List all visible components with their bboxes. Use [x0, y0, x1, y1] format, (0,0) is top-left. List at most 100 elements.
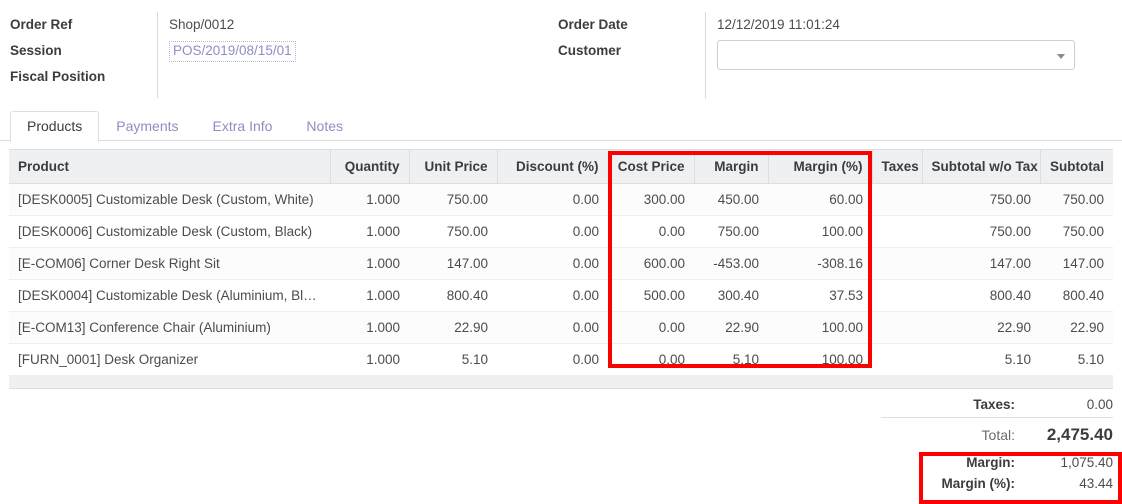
column-header-unit-price[interactable]: Unit Price [408, 149, 497, 184]
cell-margin[interactable]: -453.00 [694, 247, 768, 280]
cell-discount[interactable]: 0.00 [497, 311, 608, 344]
cell-quantity[interactable]: 1.000 [330, 279, 409, 312]
cell-subtotal[interactable]: 5.10 [1040, 343, 1113, 376]
order-tabs: Products Payments Extra Info Notes [0, 110, 1122, 142]
customer-select[interactable] [717, 40, 1075, 70]
taxes-value: 0.00 [1086, 397, 1113, 412]
cell-subtotal-wo-tax[interactable]: 750.00 [922, 183, 1040, 216]
column-header-margin[interactable]: Margin (%) [767, 149, 872, 184]
cell-cost-price[interactable]: 0.00 [608, 215, 694, 248]
tab-notes[interactable]: Notes [289, 111, 360, 142]
cell-cost-price[interactable]: 0.00 [608, 343, 694, 376]
column-header-taxes[interactable]: Taxes [871, 149, 922, 184]
cell-discount[interactable]: 0.00 [497, 247, 608, 280]
session-link[interactable]: POS/2019/08/15/01 [169, 41, 296, 62]
date-customer-labels: Order Date Customer [558, 12, 705, 98]
cell-margin-pct[interactable]: 100.00 [768, 215, 872, 248]
cell-subtotal[interactable]: 750.00 [1040, 183, 1113, 216]
cell-unit-price[interactable]: 750.00 [409, 183, 497, 216]
cell-unit-price[interactable]: 147.00 [409, 247, 497, 280]
order-form-header: Order Ref Session Fiscal Position Shop/0… [0, 0, 1122, 98]
cell-taxes[interactable] [872, 215, 922, 248]
customer-select-value [718, 50, 748, 56]
cell-taxes[interactable] [872, 343, 922, 376]
cell-unit-price[interactable]: 750.00 [409, 215, 497, 248]
cell-cost-price[interactable]: 500.00 [608, 279, 694, 312]
order-date-label: Order Date [558, 17, 628, 32]
order-info-labels: Order Ref Session Fiscal Position [10, 12, 157, 98]
cell-margin-pct[interactable]: 37.53 [768, 279, 872, 312]
table-row[interactable]: [FURN_0001] Desk Organizer 1.000 5.10 0.00 0… [9, 343, 1113, 376]
column-header-cost-price[interactable]: Cost Price [607, 149, 694, 184]
totals-panel: Taxes: 0.00 Total: 2,475.40 Margin: 1,07… [881, 392, 1113, 495]
tab-payments[interactable]: Payments [99, 111, 195, 142]
cell-margin[interactable]: 300.40 [694, 279, 768, 312]
cell-cost-price[interactable]: 0.00 [608, 311, 694, 344]
cell-margin[interactable]: 750.00 [694, 215, 768, 248]
cell-margin[interactable]: 22.90 [694, 311, 768, 344]
cell-margin-pct[interactable]: 60.00 [768, 183, 872, 216]
cell-margin[interactable]: 5.10 [694, 343, 768, 376]
cell-discount[interactable]: 0.00 [497, 279, 608, 312]
table-footer-row [9, 375, 1113, 389]
cell-quantity[interactable]: 1.000 [330, 343, 409, 376]
cell-subtotal-wo-tax[interactable]: 5.10 [922, 343, 1040, 376]
cell-product[interactable]: [E-COM06] Corner Desk Right Sit [9, 247, 330, 280]
cell-product[interactable]: [E-COM13] Conference Chair (Aluminium) [9, 311, 330, 344]
table-row[interactable]: [E-COM13] Conference Chair (Aluminium) 1.… [9, 311, 1113, 344]
cell-product[interactable]: [DESK0006] Customizable Desk (Custom, Bl… [9, 215, 330, 248]
column-header-subtotal[interactable]: Subtotal [1039, 149, 1113, 184]
column-header-product[interactable]: Product [9, 149, 330, 184]
cell-taxes[interactable] [872, 183, 922, 216]
table-row[interactable]: [DESK0005] Customizable Desk (Custom, Wh… [9, 183, 1113, 216]
tab-products[interactable]: Products [10, 111, 100, 142]
cell-unit-price[interactable]: 800.40 [409, 279, 497, 312]
cell-unit-price[interactable]: 22.90 [409, 311, 497, 344]
date-customer-values: 12/12/2019 11:01:24 [717, 12, 1106, 98]
cell-margin-pct[interactable]: 100.00 [768, 311, 872, 344]
table-row[interactable]: [DESK0004] Customizable Desk (Aluminium,… [9, 279, 1113, 312]
fiscal-position-label: Fiscal Position [10, 69, 106, 84]
cell-margin-pct[interactable]: 100.00 [768, 343, 872, 376]
cell-margin[interactable]: 450.00 [694, 183, 768, 216]
order-lines-area: Product Quantity Unit Price Discount (%) Cos… [0, 149, 1122, 389]
cell-subtotal[interactable]: 22.90 [1040, 311, 1113, 344]
cell-quantity[interactable]: 1.000 [330, 215, 409, 248]
cell-unit-price[interactable]: 5.10 [409, 343, 497, 376]
margin-row: Margin: 1,075.40 [881, 451, 1113, 473]
chevron-down-icon [1057, 54, 1065, 59]
cell-product[interactable]: [DESK0004] Customizable Desk (Aluminium,… [9, 279, 330, 312]
tab-extra-info[interactable]: Extra Info [196, 111, 290, 142]
cell-taxes[interactable] [872, 311, 922, 344]
cell-product[interactable]: [DESK0005] Customizable Desk (Custom, Wh… [9, 183, 330, 216]
cell-discount[interactable]: 0.00 [497, 343, 608, 376]
cell-subtotal-wo-tax[interactable]: 147.00 [922, 247, 1040, 280]
table-row[interactable]: [E-COM06] Corner Desk Right Sit 1.000 147.… [9, 247, 1113, 280]
table-header-row: Product Quantity Unit Price Discount (%) Cos… [9, 149, 1113, 184]
cell-discount[interactable]: 0.00 [497, 183, 608, 216]
cell-quantity[interactable]: 1.000 [330, 183, 409, 216]
cell-margin-pct[interactable]: -308.16 [768, 247, 872, 280]
taxes-label: Taxes: [973, 397, 1015, 412]
cell-quantity[interactable]: 1.000 [330, 311, 409, 344]
table-row[interactable]: [DESK0006] Customizable Desk (Custom, Bl… [9, 215, 1113, 248]
cell-taxes[interactable] [872, 279, 922, 312]
column-header-margin[interactable]: Margin [693, 149, 768, 184]
cell-product[interactable]: [FURN_0001] Desk Organizer [9, 343, 330, 376]
fiscal-position-value[interactable] [169, 66, 558, 92]
cell-subtotal[interactable]: 147.00 [1040, 247, 1113, 280]
cell-taxes[interactable] [872, 247, 922, 280]
cell-subtotal-wo-tax[interactable]: 800.40 [922, 279, 1040, 312]
cell-discount[interactable]: 0.00 [497, 215, 608, 248]
cell-quantity[interactable]: 1.000 [330, 247, 409, 280]
cell-cost-price[interactable]: 600.00 [608, 247, 694, 280]
column-header-quantity[interactable]: Quantity [329, 149, 409, 184]
cell-subtotal[interactable]: 800.40 [1040, 279, 1113, 312]
cell-subtotal-wo-tax[interactable]: 750.00 [922, 215, 1040, 248]
cell-subtotal[interactable]: 750.00 [1040, 215, 1113, 248]
cell-subtotal-wo-tax[interactable]: 22.90 [922, 311, 1040, 344]
order-date-value: 12/12/2019 11:01:24 [717, 17, 840, 32]
column-header-discount[interactable]: Discount (%) [496, 149, 608, 184]
cell-cost-price[interactable]: 300.00 [608, 183, 694, 216]
column-header-subtotal-w-o-tax[interactable]: Subtotal w/o Tax [921, 149, 1040, 184]
